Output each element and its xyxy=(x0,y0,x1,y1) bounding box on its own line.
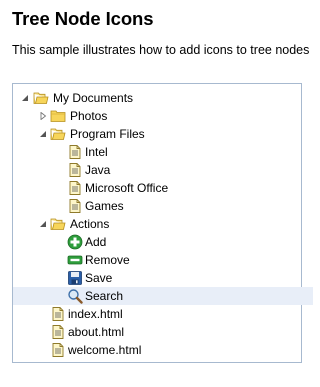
tree-node-add[interactable]: Add xyxy=(13,233,313,251)
tree-node-actions[interactable]: Actions xyxy=(13,215,313,233)
tree-node-label: welcome.html xyxy=(68,343,142,357)
tree-panel: My Documents Photos Program Files Intel … xyxy=(12,83,313,363)
tree-node-search[interactable]: Search xyxy=(13,287,313,305)
tree-node-label: My Documents xyxy=(53,91,134,105)
tree-node-label: Add xyxy=(85,235,107,249)
tree-node-label: index.html xyxy=(68,307,123,321)
tree-node-index-html[interactable]: index.html xyxy=(13,305,313,323)
remove-icon xyxy=(67,252,83,268)
document-icon xyxy=(50,342,66,358)
tree-node-welcome-html[interactable]: welcome.html xyxy=(13,341,313,359)
document-icon xyxy=(50,306,66,322)
tree-node-remove[interactable]: Remove xyxy=(13,251,313,269)
document-icon xyxy=(67,162,83,178)
tree-node-microsoft-office[interactable]: Microsoft Office xyxy=(13,179,313,197)
tree-node-label: Java xyxy=(85,163,111,177)
folder-open-icon xyxy=(50,216,66,232)
tree-node-my-documents[interactable]: My Documents xyxy=(13,89,313,107)
tree-node-program-files[interactable]: Program Files xyxy=(13,125,313,143)
save-icon xyxy=(67,270,83,286)
expand-toggle-icon[interactable] xyxy=(38,125,48,143)
tree-node-label: Search xyxy=(85,289,124,303)
collapsed-toggle-icon[interactable] xyxy=(38,107,48,125)
tree-node-label: Intel xyxy=(85,145,108,159)
tree-node-label: Games xyxy=(85,199,124,213)
page-description: This sample illustrates how to add icons… xyxy=(12,43,310,57)
search-icon xyxy=(67,288,83,304)
folder-open-icon xyxy=(50,126,66,142)
tree-node-save[interactable]: Save xyxy=(13,269,313,287)
tree-node-java[interactable]: Java xyxy=(13,161,313,179)
document-icon xyxy=(67,144,83,160)
tree-node-games[interactable]: Games xyxy=(13,197,313,215)
tree-node-label: Microsoft Office xyxy=(85,181,169,195)
document-icon xyxy=(67,198,83,214)
tree-node-label: Photos xyxy=(70,109,108,123)
tree-node-label: Actions xyxy=(70,217,110,231)
tree-node-label: Remove xyxy=(85,253,130,267)
expand-toggle-icon[interactable] xyxy=(38,215,48,233)
document-icon xyxy=(50,324,66,340)
add-icon xyxy=(67,234,83,250)
folder-open-icon xyxy=(33,90,49,106)
page-title: Tree Node Icons xyxy=(12,8,154,29)
tree-node-about-html[interactable]: about.html xyxy=(13,323,313,341)
tree-node-label: Program Files xyxy=(70,127,145,141)
tree-node-label: Save xyxy=(85,271,113,285)
folder-icon xyxy=(50,108,66,124)
expand-toggle-icon[interactable] xyxy=(20,89,30,107)
tree-node-label: about.html xyxy=(68,325,125,339)
document-icon xyxy=(67,180,83,196)
tree-node-intel[interactable]: Intel xyxy=(13,143,313,161)
tree-node-photos[interactable]: Photos xyxy=(13,107,313,125)
